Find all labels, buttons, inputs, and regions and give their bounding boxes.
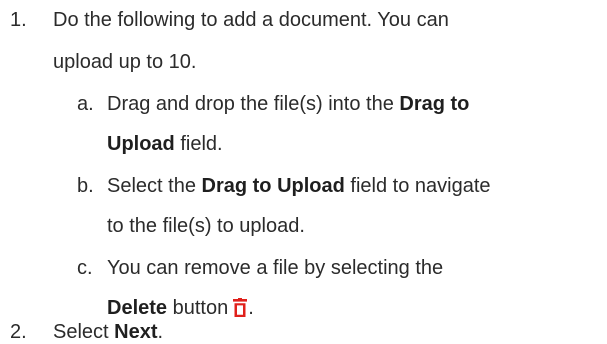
substep-letter: c. xyxy=(77,257,93,279)
step-2-text: . xyxy=(157,321,164,343)
substep-b-line-1: Select the Drag to Upload field to navig… xyxy=(107,168,491,204)
substep-letter: b. xyxy=(77,175,94,197)
substep-letter: a. xyxy=(77,93,94,115)
step-1-line-1: Do the following to add a document. You … xyxy=(53,9,449,31)
substep-b-line-2: to the file(s) to upload. xyxy=(107,215,305,237)
drag-to-upload-label: Drag to xyxy=(399,93,470,115)
instruction-list: 1. Do the following to add a document. Y… xyxy=(0,0,607,344)
drag-to-upload-label: Upload xyxy=(107,133,175,155)
drag-to-upload-label: Drag to Upload xyxy=(201,175,345,197)
substep-c-line-1: You can remove a file by selecting the xyxy=(107,257,444,279)
substep-c-text: . xyxy=(248,297,254,319)
substep-c-text: button xyxy=(167,297,229,319)
step-2-text: Select xyxy=(53,321,115,343)
delete-label: Delete xyxy=(107,297,168,319)
substep-a-line-1: Drag and drop the file(s) into the Drag … xyxy=(107,86,469,122)
step-2-line-1: Select Next. xyxy=(53,320,163,344)
substep-b-text: field to navigate xyxy=(344,175,491,197)
step-number: 1. xyxy=(10,9,27,31)
substep-a-text: Drag and drop the file(s) into the xyxy=(107,93,400,115)
substep-a-line-2: Upload field. xyxy=(107,126,223,162)
step-number: 2. xyxy=(10,321,27,343)
step-1-line-2: upload up to 10. xyxy=(53,51,197,73)
next-label: Next xyxy=(114,321,158,343)
trash-icon xyxy=(232,294,248,330)
substep-a-text: field. xyxy=(174,133,223,155)
substep-b-text: Select the xyxy=(107,175,202,197)
